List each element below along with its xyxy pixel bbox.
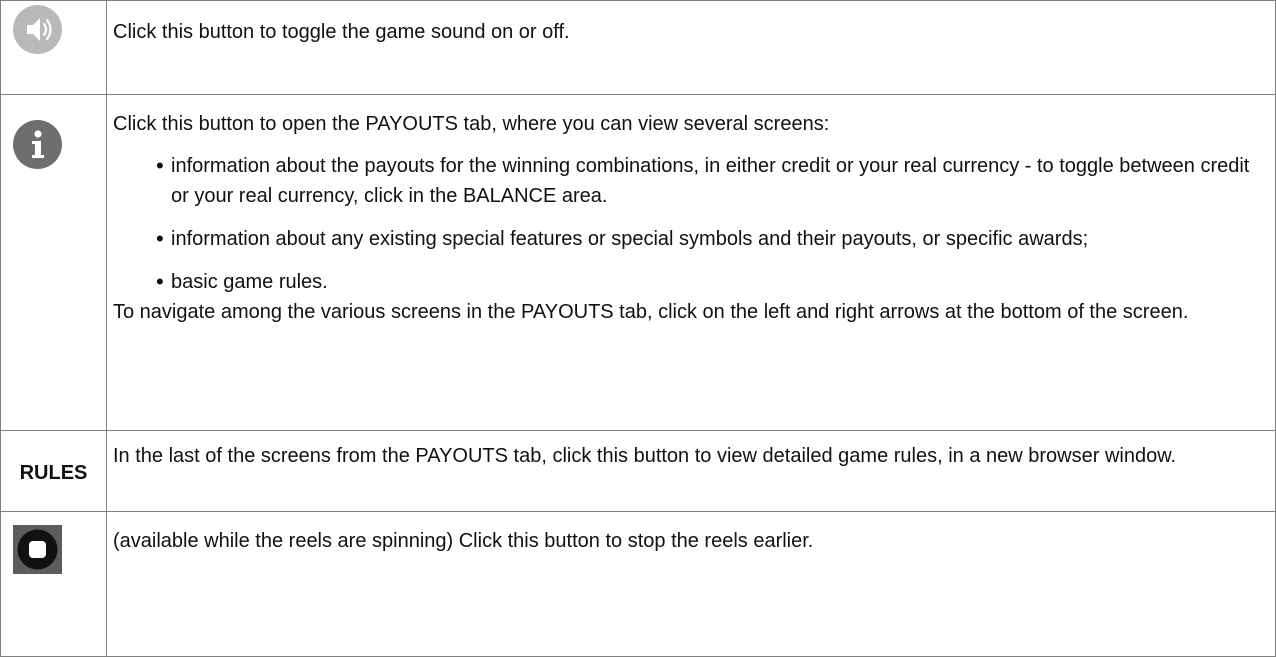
rules-description-cell: In the last of the screens from the PAYO…	[106, 430, 1276, 512]
rules-row: RULES In the last of the screens from th…	[0, 430, 1276, 512]
sound-row: Click this button to toggle the game sou…	[0, 0, 1276, 95]
stop-icon-cell	[0, 511, 107, 657]
sound-description: Click this button to toggle the game sou…	[113, 21, 570, 43]
info-icon	[13, 120, 62, 169]
speaker-icon	[13, 5, 62, 54]
stop-description: (available while the reels are spinning)…	[113, 530, 814, 552]
stop-row: (available while the reels are spinning)…	[0, 511, 1276, 657]
payouts-navigation-note: To navigate among the various screens in…	[113, 301, 1189, 323]
list-item: basic game rules.	[113, 267, 1265, 297]
sound-description-cell: Click this button to toggle the game sou…	[106, 0, 1276, 95]
payouts-bullet-list: information about the payouts for the wi…	[113, 151, 1265, 297]
payouts-icon-cell	[0, 94, 107, 431]
payouts-intro: Click this button to open the PAYOUTS ta…	[113, 113, 830, 135]
list-item: information about the payouts for the wi…	[113, 151, 1265, 211]
list-item: information about any existing special f…	[113, 224, 1265, 254]
rules-label: RULES	[19, 462, 88, 484]
sound-icon-cell	[0, 0, 107, 95]
stop-icon	[13, 525, 62, 574]
payouts-row: Click this button to open the PAYOUTS ta…	[0, 94, 1276, 431]
stop-description-cell: (available while the reels are spinning)…	[106, 511, 1276, 657]
rules-label-cell: RULES	[0, 430, 107, 512]
payouts-description-cell: Click this button to open the PAYOUTS ta…	[106, 94, 1276, 431]
rules-description: In the last of the screens from the PAYO…	[113, 445, 1177, 467]
button-help-table: Click this button to toggle the game sou…	[0, 0, 1276, 657]
